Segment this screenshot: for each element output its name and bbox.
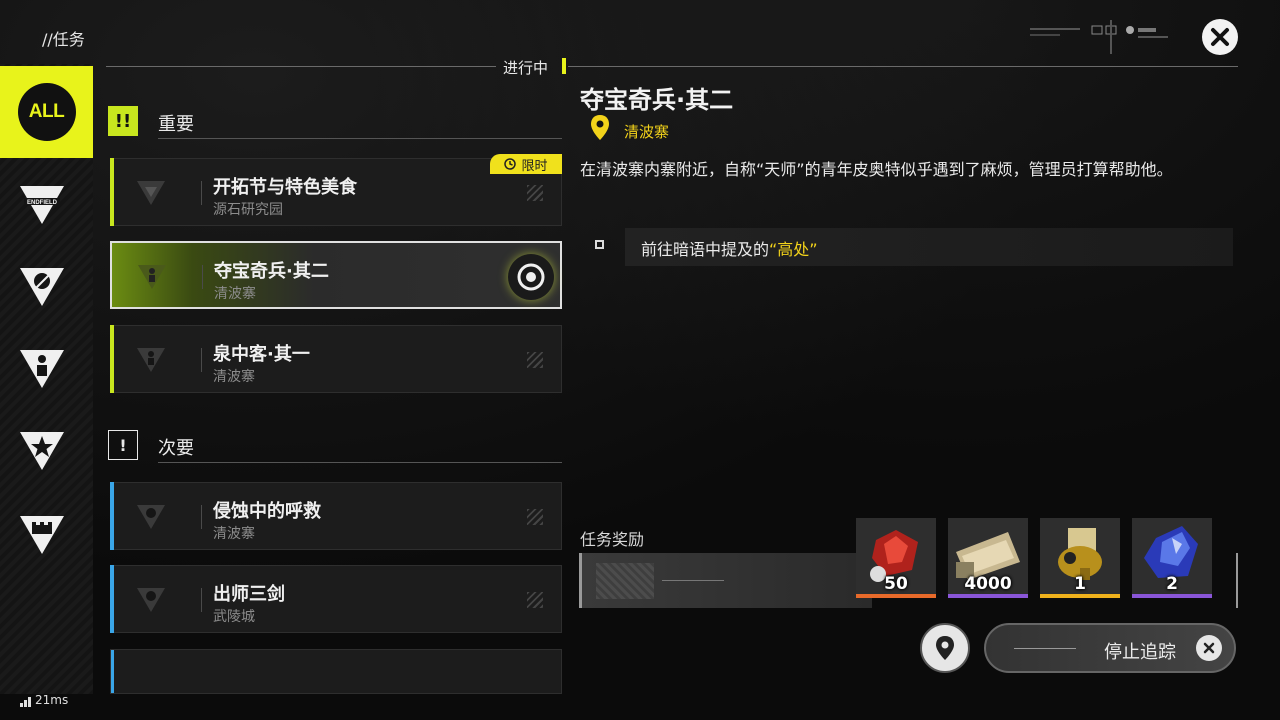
quest-item-partial[interactable] [110,649,562,694]
quest-separator [201,588,202,612]
quest-location: 清波寨 [213,369,255,385]
quest-accent [110,482,114,550]
reward-item[interactable]: 1 [1040,518,1120,598]
quest-item[interactable]: 出师三剑 武陵城 [110,565,562,633]
feather-icon [20,268,64,306]
quest-title: 开拓节与特色美食 [213,177,357,198]
stop-tracking-button[interactable]: 停止追踪 [984,623,1236,673]
category-person-tab[interactable] [18,346,66,394]
quest-type-icon [131,340,171,380]
quest-location: 清波寨 [213,526,255,542]
quest-item[interactable]: 侵蚀中的呼救 清波寨 [110,482,562,550]
category-endfield-tab[interactable]: ENDFIELD [18,182,66,230]
quest-title: 夺宝奇兵·其二 [214,261,329,282]
header-divider [106,66,496,67]
close-button[interactable] [1202,19,1238,55]
reward-quantity: 2 [1166,574,1178,594]
clock-icon [504,158,517,170]
rewards-strip [579,553,872,608]
map-locate-button[interactable] [920,623,970,673]
quest-detail-location-text: 清波寨 [624,123,670,141]
category-castle-tab[interactable] [18,512,66,560]
tracking-target-icon [508,254,554,300]
status-tag: 进行中 [503,59,549,77]
quest-accent [111,650,114,693]
reward-quantity: 50 [884,574,908,594]
rewards-end-line [1236,553,1238,608]
minor-icon: ! [108,430,138,460]
page-title: //任务 [42,30,85,49]
rewards-label: 任务奖励 [580,530,645,549]
quest-detail-title: 夺宝奇兵·其二 [580,86,734,114]
endfield-icon: ENDFIELD [20,186,64,224]
button-line-decoration [1014,648,1076,649]
quest-location: 源石研究园 [213,202,283,218]
reward-quantity: 1 [1074,574,1086,594]
status-tag-marker [562,58,566,74]
quest-separator [202,265,203,289]
quest-item[interactable]: 泉中客·其一 清波寨 [110,325,562,393]
location-pin-icon [591,115,609,140]
time-limited-badge: 限时 [490,154,562,174]
reward-box-icon [596,563,654,599]
reward-quantity: 4000 [964,574,1012,594]
quest-type-icon [132,257,172,297]
rarity-bar [1132,594,1212,598]
hatch-decoration-icon [527,592,543,608]
close-icon [1211,28,1229,46]
quest-description: 在清波寨内寨附近，自称“天师”的青年皮奥特似乎遇到了麻烦，管理员打算帮助他。 [580,160,1173,179]
rarity-bar [856,594,936,598]
hatch-decoration-icon [527,509,543,525]
quest-separator [201,181,202,205]
quest-type-icon [131,580,171,620]
section-minor-label: 次要 [158,438,194,459]
stop-tracking-label: 停止追踪 [1104,642,1176,663]
quest-location: 武陵城 [213,609,255,625]
hud-decoration-icon [1030,20,1168,54]
star-icon [20,432,64,470]
quest-accent [110,565,114,633]
quest-objective: 前往暗语中提及的“高处” [585,228,1233,266]
hatch-decoration-icon [527,352,543,368]
quest-title: 出师三剑 [213,584,285,605]
quest-title: 泉中客·其一 [213,344,310,365]
network-ping: 21ms [20,693,68,707]
stop-icon [1196,635,1222,661]
svg-text:ENDFIELD: ENDFIELD [27,200,58,206]
important-icon: !! [108,106,138,136]
reward-item[interactable]: 2 [1132,518,1212,598]
map-pin-icon [936,636,954,660]
category-all-tab[interactable]: ALL [0,66,93,158]
hatch-decoration-icon [527,185,543,201]
quest-location: 清波寨 [214,286,256,302]
objective-checkbox-icon [595,240,604,249]
category-feather-tab[interactable] [18,264,66,312]
section-divider [158,138,562,139]
quest-type-icon [131,497,171,537]
category-star-tab[interactable] [18,428,66,476]
quest-separator [201,348,202,372]
quest-type-icon [131,173,171,213]
objective-highlight: “高处” [769,240,818,259]
quest-accent [110,325,114,393]
quest-title: 侵蚀中的呼救 [213,501,321,522]
reward-arrow [662,580,724,581]
section-important-label: 重要 [158,114,194,135]
objective-text: 前往暗语中提及的“高处” [641,240,818,259]
category-all-label: ALL [17,83,76,141]
castle-icon [20,516,64,554]
ping-value: 21ms [35,693,69,707]
reward-item[interactable]: 50 [856,518,936,598]
reward-item[interactable]: 4000 [948,518,1028,598]
rarity-bar [1040,594,1120,598]
quest-separator [201,505,202,529]
person-icon [20,350,64,388]
section-divider [158,462,562,463]
header-divider-right [568,66,1238,67]
signal-icon [20,697,31,707]
quest-item-selected[interactable]: 夺宝奇兵·其二 清波寨 [110,241,562,309]
quest-accent [110,158,114,226]
rarity-bar [948,594,1028,598]
time-limited-label: 限时 [521,158,548,174]
